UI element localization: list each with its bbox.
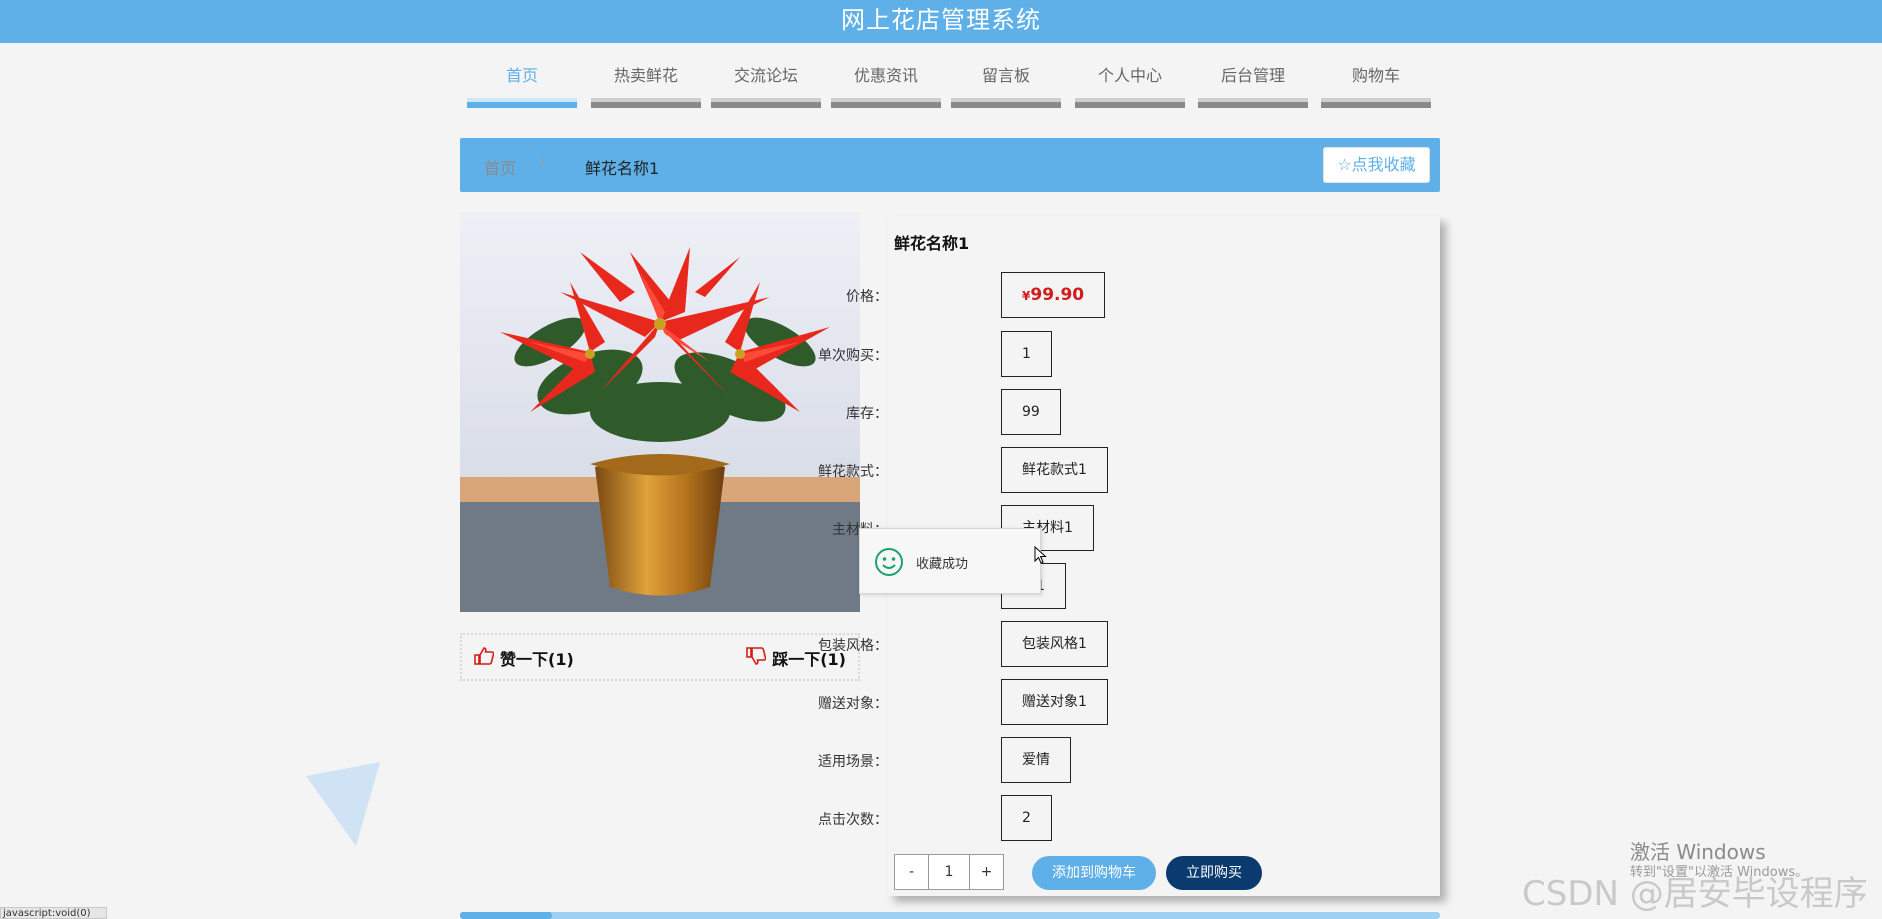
footer-progress-bar	[460, 912, 1440, 919]
nav-item-admin[interactable]: 后台管理	[1198, 64, 1308, 108]
breadcrumb-current: 鲜花名称1	[585, 159, 660, 178]
success-toast: 收藏成功	[859, 528, 1041, 594]
field-value: 赠送对象1	[1001, 679, 1108, 725]
thumbs-up-icon	[474, 647, 495, 669]
nav-underline	[831, 98, 941, 108]
nav-label: 交流论坛	[733, 66, 798, 85]
nav-label: 留言板	[981, 66, 1030, 85]
field-label: 赠送对象：	[818, 696, 888, 712]
field-label: 包装风格：	[818, 638, 888, 654]
field-value: 99	[1001, 389, 1061, 435]
field-label: 库存：	[846, 406, 888, 422]
breadcrumb-separator: /	[540, 155, 545, 171]
field-value: 2	[1001, 795, 1052, 841]
add-to-cart-button[interactable]: 添加到购物车	[1032, 856, 1156, 890]
price-amount: 99.90	[1030, 285, 1085, 305]
like-count: 赞一下(1)	[500, 650, 574, 669]
breadcrumb-home-link[interactable]: 首页	[484, 155, 516, 179]
favorite-button[interactable]: ☆点我收藏	[1323, 147, 1430, 183]
field-label: 点击次数：	[818, 812, 888, 828]
nav-item-promotions[interactable]: 优惠资讯	[831, 64, 941, 108]
nav-label: 首页	[505, 66, 538, 85]
field-value: 1	[1001, 331, 1052, 377]
price-label: 价格：	[846, 289, 888, 305]
app-title: 网上花店管理系统	[841, 6, 1041, 34]
breadcrumb: 首页 / 鲜花名称1 ☆点我收藏	[460, 138, 1440, 192]
quantity-input[interactable]: 1	[928, 855, 970, 889]
field-value: 包装风格1	[1001, 621, 1108, 667]
field-label: 单次购买：	[818, 348, 888, 364]
smile-icon	[874, 547, 904, 581]
decorative-triangle	[306, 762, 380, 850]
nav-underline	[1198, 98, 1308, 108]
mouse-cursor-icon	[1034, 545, 1048, 570]
field-value: 爱情	[1001, 737, 1071, 783]
nav-item-hot-flowers[interactable]: 热卖鲜花	[591, 64, 701, 108]
nav-label: 热卖鲜花	[613, 66, 678, 85]
csdn-watermark: CSDN @居安毕设程序	[1522, 874, 1868, 914]
thumbs-down-icon	[746, 647, 767, 669]
nav-item-forum[interactable]: 交流论坛	[711, 64, 821, 108]
price-value: ¥99.90	[1001, 272, 1106, 318]
quantity-decrease-button[interactable]: -	[895, 855, 928, 889]
footer-progress-fill	[460, 912, 552, 919]
nav-label: 优惠资讯	[853, 66, 918, 85]
nav-underline	[591, 98, 701, 108]
quantity-increase-button[interactable]: +	[970, 855, 1003, 889]
nav-item-profile[interactable]: 个人中心	[1075, 64, 1185, 108]
quantity-stepper: - 1 +	[894, 854, 1004, 890]
nav-underline	[1075, 98, 1185, 108]
field-value: 鲜花款式1	[1001, 447, 1108, 493]
field-label: 适用场景：	[818, 754, 888, 770]
field-label: 鲜花款式：	[818, 464, 888, 480]
nav-label: 后台管理	[1220, 66, 1285, 85]
toast-message: 收藏成功	[916, 557, 969, 572]
nav-underline	[711, 98, 821, 108]
nav-underline	[467, 98, 577, 108]
nav-underline	[951, 98, 1061, 108]
nav-label: 个人中心	[1097, 66, 1162, 85]
header-bar: 网上花店管理系统	[0, 0, 1882, 43]
nav-item-home[interactable]: 首页	[467, 64, 577, 108]
buy-now-button[interactable]: 立即购买	[1166, 856, 1262, 890]
nav-label: 购物车	[1351, 66, 1400, 85]
nav-underline	[1321, 98, 1431, 108]
status-bar-url: javascript:void(0)	[0, 907, 107, 919]
like-button[interactable]: 赞一下(1)	[474, 646, 574, 670]
product-name: 鲜花名称1	[894, 234, 970, 253]
nav-item-cart[interactable]: 购物车	[1321, 64, 1431, 108]
nav-item-messages[interactable]: 留言板	[951, 64, 1061, 108]
